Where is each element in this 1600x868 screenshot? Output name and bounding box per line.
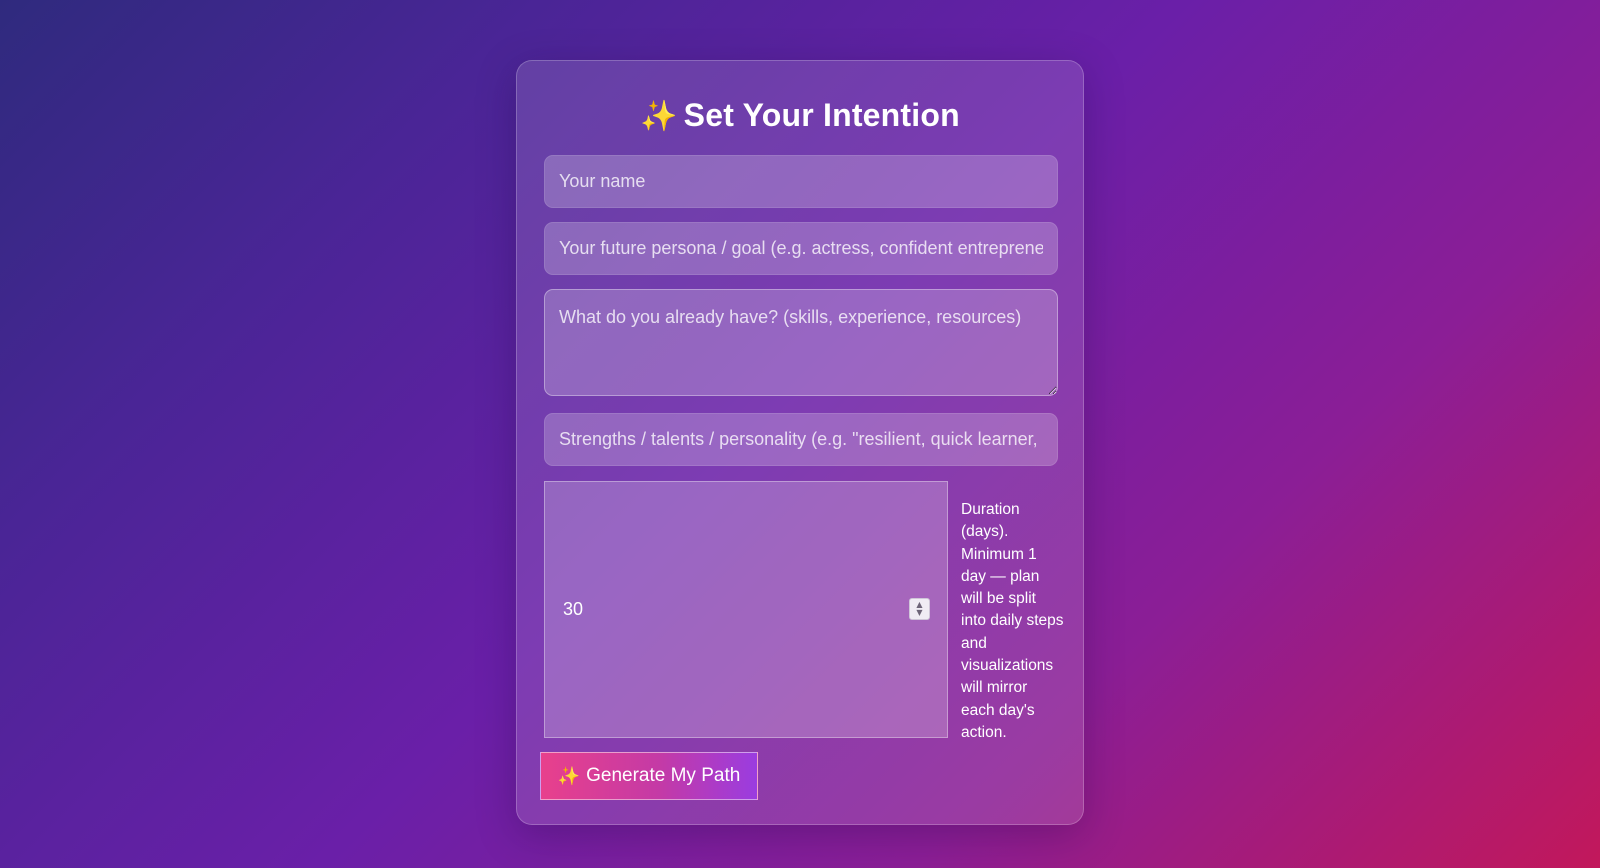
persona-goal-input[interactable] xyxy=(544,222,1058,275)
duration-number-input[interactable]: 30 ▲ ▼ xyxy=(544,481,948,738)
strengths-input[interactable] xyxy=(544,413,1058,466)
chevron-down-icon[interactable]: ▼ xyxy=(916,609,922,617)
generate-path-button[interactable]: ✨ Generate My Path xyxy=(540,752,758,800)
existing-resources-textarea[interactable] xyxy=(544,289,1058,396)
duration-value: 30 xyxy=(563,599,584,619)
generate-path-label: Generate My Path xyxy=(586,765,741,786)
sparkles-icon: ✨ xyxy=(640,99,678,134)
name-input[interactable] xyxy=(544,155,1058,208)
page-title: ✨ Set Your Intention xyxy=(517,97,1083,134)
duration-hint: Duration (days). Minimum 1 day — plan wi… xyxy=(961,501,1064,741)
duration-spinner[interactable]: ▲ ▼ xyxy=(909,598,930,620)
title-text: Set Your Intention xyxy=(683,97,960,133)
intention-card: ✨Set Your Intention 30 ▲ ▼ Duration (day… xyxy=(516,60,1084,825)
sparkles-icon: ✨ xyxy=(557,765,581,787)
